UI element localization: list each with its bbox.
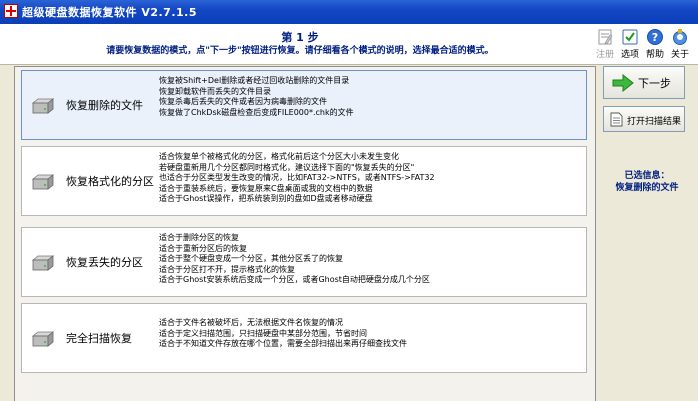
next-step-label: 下一步	[638, 77, 671, 90]
register-button[interactable]: 注册	[593, 28, 617, 60]
about-button[interactable]: 关于	[668, 28, 692, 60]
option-title: 恢复丢失的分区	[66, 256, 143, 269]
option-title: 恢复格式化的分区	[66, 175, 154, 188]
app-icon	[4, 4, 18, 18]
hard-drive-icon	[32, 98, 54, 114]
help-button[interactable]: ? 帮助	[643, 28, 667, 60]
option-description: 恢复被Shift+Del删除或者经过回收站删除的文件目录 恢复卸载软件而丢失的文…	[159, 76, 354, 117]
selected-info-value: 恢复删除的文件	[615, 183, 679, 193]
open-scan-results-button[interactable]: 打开扫描结果	[603, 106, 685, 132]
mode-options-panel: 恢复删除的文件 恢复被Shift+Del删除或者经过回收站删除的文件目录 恢复卸…	[14, 66, 596, 401]
hard-drive-icon	[32, 174, 54, 190]
hard-drive-icon	[32, 331, 54, 347]
register-label: 注册	[595, 50, 614, 60]
step-header: 第 1 步 请要恢复数据的模式，点"下一步"按钮进行恢复。请仔细看各个模式的说明…	[0, 24, 698, 65]
register-icon	[598, 29, 613, 45]
help-icon: ?	[647, 29, 663, 45]
document-icon	[610, 112, 623, 127]
help-label: 帮助	[645, 50, 664, 60]
hard-drive-icon	[32, 255, 54, 271]
about-label: 关于	[670, 50, 689, 60]
open-scan-results-label: 打开扫描结果	[627, 117, 682, 127]
step-description: 请要恢复数据的模式，点"下一步"按钮进行恢复。请仔细看各个模式的说明，选择最合适…	[106, 46, 494, 56]
option-description: 适合恢复单个被格式化的分区，格式化前后这个分区大小未发生变化 若硬盘重新用几个分…	[159, 152, 435, 203]
svg-text:?: ?	[652, 31, 658, 44]
option-description: 适合于文件名被破坏后，无法根据文件名恢复的情况 适合于定义扫描范围，只扫描硬盘中…	[159, 318, 407, 348]
options-label: 选项	[620, 50, 639, 60]
option-description: 适合于删除分区的恢复 适合于重新分区后的恢复 适合于整个硬盘变成一个分区，其他分…	[159, 233, 430, 284]
option-title: 恢复删除的文件	[66, 99, 143, 112]
window-title: 超级硬盘数据恢复软件 V2.7.1.5	[22, 6, 197, 19]
green-arrow-right-icon	[612, 74, 634, 92]
option-recover-deleted-files[interactable]: 恢复删除的文件 恢复被Shift+Del删除或者经过回收站删除的文件目录 恢复卸…	[21, 70, 587, 140]
options-button[interactable]: 选项	[618, 28, 642, 60]
next-step-button[interactable]: 下一步	[603, 66, 685, 99]
option-recover-formatted-partition[interactable]: 恢复格式化的分区 适合恢复单个被格式化的分区，格式化前后这个分区大小未发生变化 …	[21, 146, 587, 216]
title-bar: 超级硬盘数据恢复软件 V2.7.1.5	[0, 0, 698, 24]
option-title: 完全扫描恢复	[66, 332, 132, 345]
option-full-scan-recovery[interactable]: 完全扫描恢复 适合于文件名被破坏后，无法根据文件名恢复的情况 适合于定义扫描范围…	[21, 303, 587, 373]
option-recover-lost-partition[interactable]: 恢复丢失的分区 适合于删除分区的恢复 适合于重新分区后的恢复 适合于整个硬盘变成…	[21, 227, 587, 297]
about-icon	[673, 29, 687, 45]
options-icon	[622, 29, 638, 45]
